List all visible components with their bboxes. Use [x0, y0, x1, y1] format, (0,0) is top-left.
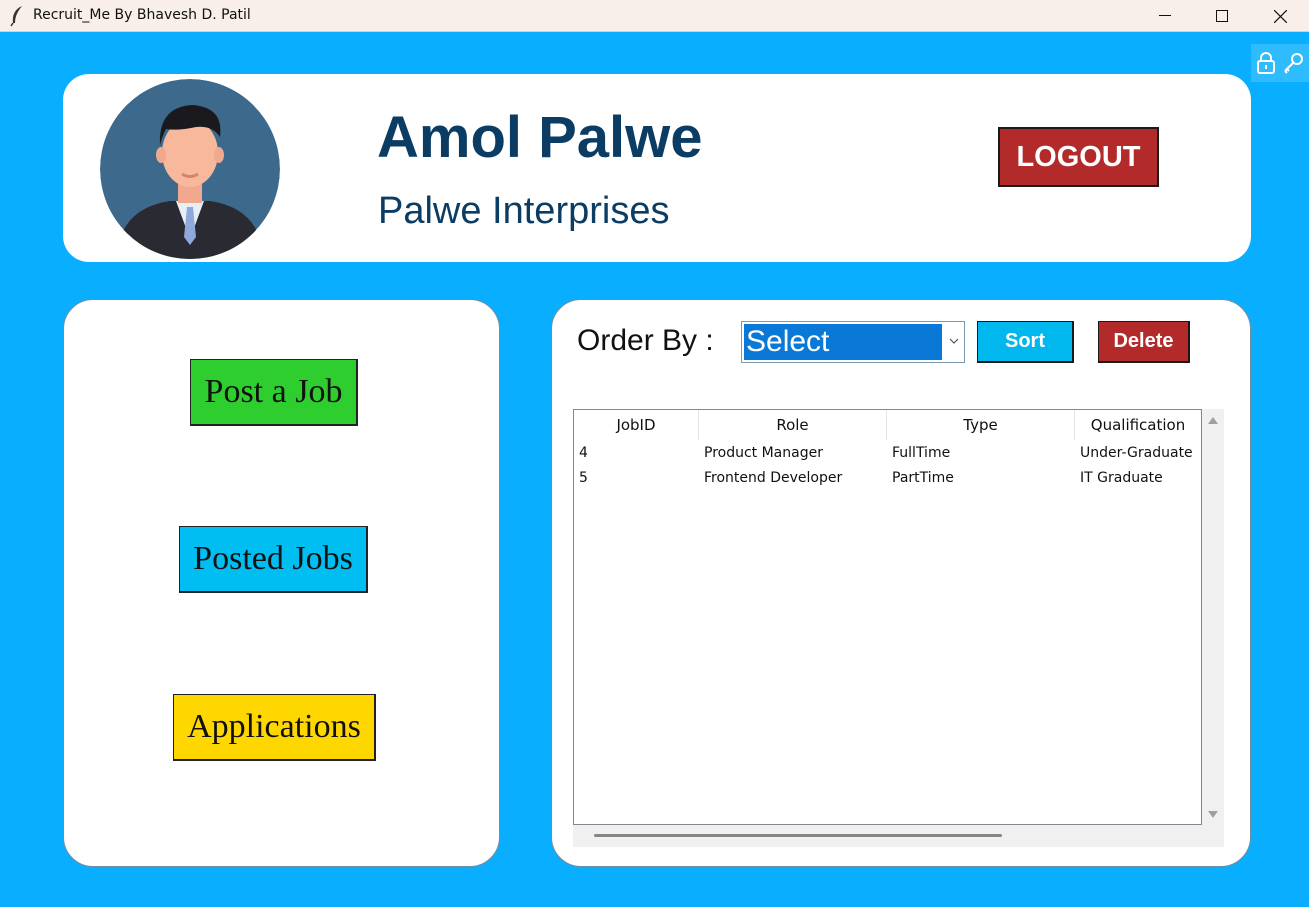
- maximize-icon: [1216, 10, 1228, 22]
- cell-role: Frontend Developer: [704, 469, 843, 486]
- key-icon[interactable]: [1282, 52, 1304, 74]
- user-name: Amol Palwe: [377, 105, 703, 170]
- close-icon: [1273, 9, 1287, 23]
- column-header-qualification[interactable]: Qualification: [1075, 410, 1201, 440]
- tray-icons: [1251, 44, 1309, 82]
- horizontal-scroll-thumb[interactable]: [594, 834, 1002, 837]
- table-row[interactable]: 5 Frontend Developer PartTime IT Graduat…: [574, 465, 1201, 490]
- chevron-down-icon: [949, 338, 959, 344]
- column-header-role[interactable]: Role: [699, 410, 887, 440]
- lock-icon[interactable]: [1256, 52, 1276, 74]
- scroll-down-icon[interactable]: [1208, 811, 1218, 818]
- delete-button[interactable]: Delete: [1098, 321, 1190, 363]
- avatar: [100, 79, 280, 259]
- cell-qualification: Under-Graduate: [1080, 444, 1193, 461]
- user-avatar-icon: [100, 79, 280, 259]
- feather-icon: [10, 6, 22, 27]
- table-header: JobID Role Type Qualification: [574, 410, 1201, 440]
- cell-type: PartTime: [892, 469, 954, 486]
- minimize-button[interactable]: [1136, 0, 1194, 32]
- column-header-jobid[interactable]: JobID: [574, 410, 699, 440]
- table-row[interactable]: 4 Product Manager FullTime Under-Graduat…: [574, 440, 1201, 465]
- applications-button[interactable]: Applications: [173, 694, 376, 761]
- logout-button[interactable]: LOGOUT: [998, 127, 1159, 187]
- vertical-scrollbar[interactable]: [1202, 409, 1224, 825]
- cell-qualification: IT Graduate: [1080, 469, 1163, 486]
- cell-type: FullTime: [892, 444, 951, 461]
- cell-jobid: 5: [579, 469, 588, 486]
- window-titlebar: Recruit_Me By Bhavesh D. Patil: [0, 0, 1309, 32]
- order-by-selected-value: Select: [744, 324, 942, 360]
- jobs-table[interactable]: JobID Role Type Qualification 4 Product …: [573, 409, 1202, 825]
- sort-button[interactable]: Sort: [977, 321, 1074, 363]
- window-title: Recruit_Me By Bhavesh D. Patil: [33, 7, 251, 23]
- column-header-type[interactable]: Type: [887, 410, 1075, 440]
- minimize-icon: [1159, 15, 1171, 16]
- posted-jobs-button[interactable]: Posted Jobs: [179, 526, 368, 593]
- horizontal-scrollbar[interactable]: [573, 825, 1224, 847]
- cell-jobid: 4: [579, 444, 588, 461]
- order-by-select[interactable]: Select: [741, 321, 965, 363]
- close-button[interactable]: [1251, 0, 1309, 32]
- company-name: Palwe Interprises: [378, 190, 670, 232]
- cell-role: Product Manager: [704, 444, 823, 461]
- post-job-button[interactable]: Post a Job: [190, 359, 358, 426]
- order-by-label: Order By :: [577, 324, 714, 357]
- scroll-up-icon[interactable]: [1208, 417, 1218, 424]
- maximize-button[interactable]: [1193, 0, 1251, 32]
